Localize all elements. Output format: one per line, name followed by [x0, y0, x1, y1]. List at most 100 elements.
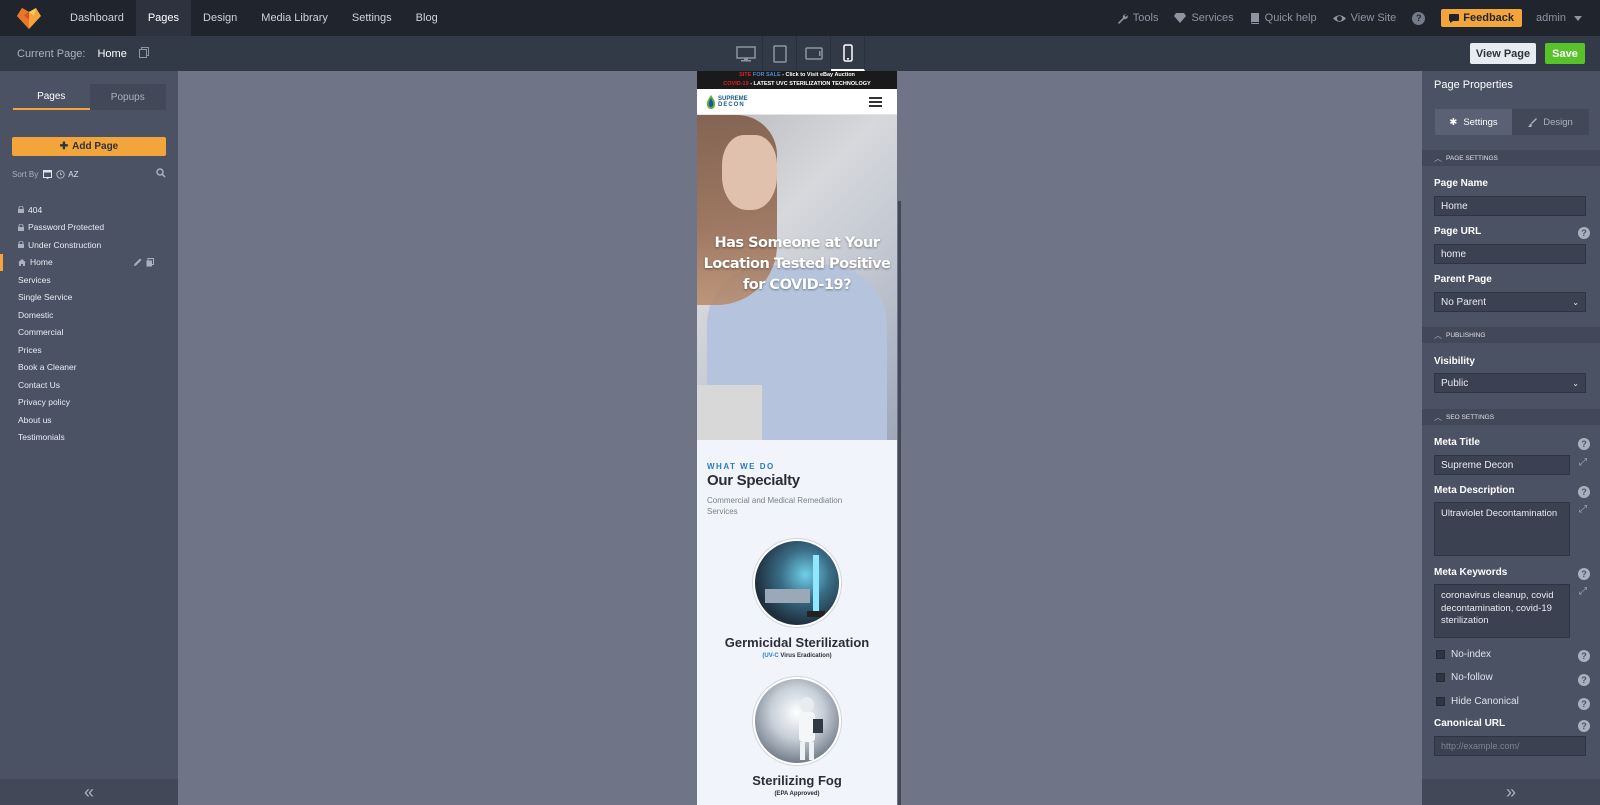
canonical-url-field[interactable]: http://example.com/ [1434, 736, 1586, 756]
view-page-button[interactable]: View Page [1470, 43, 1536, 64]
nav-pages[interactable]: Pages [135, 0, 192, 36]
feedback-button[interactable]: Feedback [1441, 9, 1523, 27]
help-icon[interactable]: ? [1578, 720, 1590, 732]
quick-help-link[interactable]: Quick help [1250, 12, 1317, 24]
sort-az-button[interactable]: AZ [68, 170, 78, 179]
nav-blog[interactable]: Blog [404, 0, 450, 36]
tools-link[interactable]: Tools [1117, 12, 1159, 24]
page-item-about-us[interactable]: About us [0, 411, 178, 429]
clock-sort-icon[interactable] [56, 169, 65, 179]
user-name: admin [1536, 12, 1566, 24]
copy-page-icon[interactable] [138, 46, 149, 61]
tab-popups[interactable]: Popups [90, 84, 167, 110]
checkbox-box[interactable] [1436, 697, 1445, 706]
section-subtitle: Commercial and Medical Remediation Servi… [707, 496, 843, 516]
view-site-link[interactable]: View Site [1332, 12, 1397, 24]
page-item-privacy-policy[interactable]: Privacy policy [0, 394, 178, 412]
page-name-field[interactable]: Home [1434, 196, 1586, 216]
preview-scrollbar[interactable] [898, 201, 901, 805]
meta-keywords-field[interactable]: coronavirus cleanup, covid decontaminati… [1434, 584, 1570, 638]
desktop-view-button[interactable] [729, 36, 763, 71]
service-card-fog[interactable]: Sterilizing Fog (EPA Approved) [707, 677, 887, 797]
page-item-prices[interactable]: Prices [0, 341, 178, 359]
hamburger-menu-icon[interactable] [869, 96, 882, 107]
tablet-landscape-view-button[interactable] [797, 36, 831, 71]
page-item-404[interactable]: 404 [0, 201, 178, 219]
tab-pages[interactable]: Pages [13, 84, 90, 110]
tab-settings[interactable]: ✱ Settings [1435, 109, 1512, 135]
calendar-sort-icon[interactable] [43, 169, 53, 179]
no-index-checkbox[interactable]: No-index [1436, 649, 1491, 660]
page-item-domestic[interactable]: Domestic [0, 306, 178, 324]
service-card-germicidal[interactable]: Germicidal Sterilization (UV-C Virus Era… [707, 539, 887, 659]
banner-auction-text: - Click to Visit eBay Auction [780, 72, 855, 78]
save-button[interactable]: Save [1545, 43, 1585, 64]
meta-title-field[interactable]: Supreme Decon [1434, 455, 1570, 475]
parent-page-select[interactable]: No Parent ⌄ [1434, 292, 1586, 312]
nav-dashboard[interactable]: Dashboard [58, 0, 136, 36]
view-site-label: View Site [1350, 12, 1397, 24]
mobile-view-button[interactable] [831, 36, 865, 71]
page-item-book-a-cleaner[interactable]: Book a Cleaner [0, 359, 178, 377]
nav-media-library[interactable]: Media Library [249, 0, 340, 36]
tab-design[interactable]: Design [1512, 109, 1589, 135]
help-icon[interactable]: ? [1578, 227, 1590, 239]
visibility-select[interactable]: Public ⌄ [1434, 373, 1586, 393]
site-logo[interactable]: SUPREME DECON [706, 94, 748, 109]
home-icon [18, 258, 26, 266]
section-page-settings[interactable]: ︿ PAGE SETTINGS [1422, 150, 1600, 166]
panel-title: Page Properties [1434, 79, 1513, 91]
meta-keywords-label: Meta Keywords [1434, 567, 1508, 578]
checkbox-box[interactable] [1436, 650, 1445, 659]
banner-site-text: SITE [739, 72, 752, 78]
services-link[interactable]: Services [1174, 12, 1234, 24]
duplicate-icon[interactable] [146, 257, 154, 267]
canonical-url-label: Canonical URL [1434, 718, 1506, 729]
expand-icon[interactable]: ⤢ [1579, 457, 1587, 468]
checkbox-box[interactable] [1436, 673, 1445, 682]
page-properties-panel: Page Properties ✱ Settings Design ︿ PAGE … [1422, 71, 1600, 805]
mobile-preview[interactable]: SITE FOR SALE - Click to Visit eBay Auct… [697, 71, 897, 805]
collapse-right-panel-button[interactable]: » [1422, 779, 1600, 805]
page-item-home[interactable]: Home [0, 253, 178, 271]
help-icon[interactable]: ? [1412, 11, 1426, 25]
expand-icon[interactable]: ⤢ [1579, 504, 1587, 515]
service-subtitle: (UV-C Virus Eradication) [707, 653, 887, 659]
app-logo[interactable] [0, 0, 58, 36]
search-icon[interactable] [156, 168, 166, 178]
eye-icon [1332, 14, 1346, 22]
page-item-actions [134, 257, 154, 267]
help-icon[interactable]: ? [1578, 486, 1590, 498]
expand-icon[interactable]: ⤢ [1579, 586, 1587, 597]
page-item-services[interactable]: Services [0, 271, 178, 289]
collapse-left-panel-button[interactable]: « [0, 779, 178, 805]
nav-design[interactable]: Design [191, 0, 249, 36]
pencil-icon[interactable] [134, 258, 142, 266]
hero-image-laptop [697, 385, 762, 440]
page-item-under-construction[interactable]: Under Construction [0, 236, 178, 254]
add-page-button[interactable]: ✚ Add Page [12, 137, 166, 156]
help-icon[interactable]: ? [1578, 650, 1590, 662]
page-item-commercial[interactable]: Commercial [0, 324, 178, 342]
banner-uvc-text: - LATEST UVC STERILIZATION TECHNOLOGY [748, 81, 871, 87]
page-item-contact-us[interactable]: Contact Us [0, 376, 178, 394]
page-url-field[interactable]: home [1434, 244, 1586, 264]
paint-brush-icon [1528, 117, 1538, 127]
tablet-view-button[interactable] [763, 36, 797, 71]
no-follow-checkbox[interactable]: No-follow [1436, 672, 1493, 683]
help-icon[interactable]: ? [1578, 698, 1590, 710]
section-publishing[interactable]: ︿ PUBLISHING [1422, 327, 1600, 343]
help-icon[interactable]: ? [1578, 674, 1590, 686]
section-seo-settings[interactable]: ︿ SEO SETTINGS [1422, 409, 1600, 425]
promo-banner[interactable]: SITE FOR SALE - Click to Visit eBay Auct… [697, 71, 897, 80]
page-item-password-protected[interactable]: Password Protected [0, 219, 178, 237]
help-icon[interactable]: ? [1578, 438, 1590, 450]
meta-description-field[interactable]: Ultraviolet Decontamination [1434, 502, 1570, 556]
hide-canonical-checkbox[interactable]: Hide Canonical [1436, 696, 1519, 707]
help-icon[interactable]: ? [1578, 568, 1590, 580]
nav-settings[interactable]: Settings [340, 0, 404, 36]
page-item-testimonials[interactable]: Testimonials [0, 429, 178, 447]
tools-label: Tools [1132, 12, 1159, 24]
page-item-single-service[interactable]: Single Service [0, 289, 178, 307]
user-menu[interactable]: admin [1536, 12, 1582, 24]
